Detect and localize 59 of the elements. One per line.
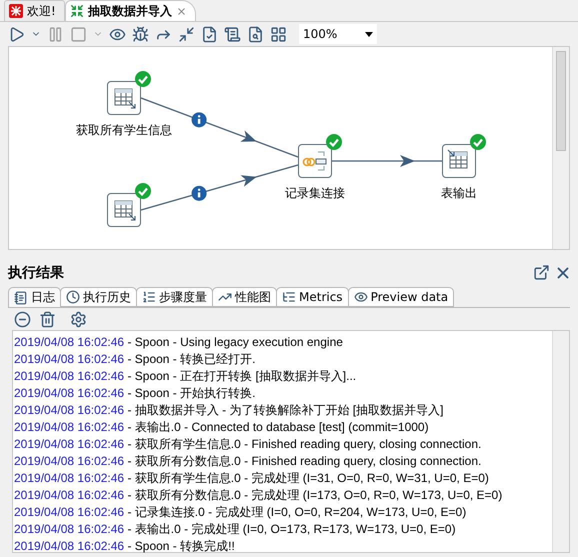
scrollbar[interactable] (552, 47, 569, 249)
clock-icon (66, 290, 80, 304)
step-label: 获取所有学生信息 (76, 122, 172, 139)
zoom-dropdown[interactable]: 100% (299, 24, 377, 44)
close-icon[interactable] (176, 6, 187, 16)
settings-icon[interactable] (70, 310, 87, 328)
app-logo-icon (9, 4, 23, 18)
editor-tab[interactable]: 欢迎! (4, 0, 65, 21)
log-line: 2019/04/08 16:02:46 - Spoon - 转换完成!! (14, 538, 236, 555)
step-node[interactable] (107, 193, 141, 227)
trash-icon[interactable] (39, 310, 56, 328)
bug-button[interactable] (132, 26, 149, 42)
log-line: 2019/04/08 16:02:46 - Spoon - 正在打开转换 [抽取数据并导入]... (14, 368, 358, 385)
log-line: 2019/04/08 16:02:46 - 抽取数据并导入 - 为了转换解除补丁开始 [抽取数据并导入] (14, 402, 444, 419)
join-icon (302, 150, 328, 172)
transformation-icon (70, 4, 84, 18)
info-icon[interactable] (192, 186, 207, 201)
detach-icon[interactable] (533, 264, 550, 281)
log-line: 2019/04/08 16:02:46 - 记录集连接.0 - 完成处理 (I=0, O=0, R=204, W=173, U=0, E=0) (14, 504, 468, 521)
grid-button[interactable] (270, 26, 287, 42)
step-label: 表输出 (441, 185, 477, 202)
document-search-button[interactable] (247, 26, 264, 42)
result-tab[interactable]: 执行历史 (60, 287, 137, 307)
result-tab[interactable]: 步骤度量 (136, 287, 213, 307)
caret-icon (365, 32, 373, 36)
editor-tab[interactable]: 抽取数据并导入 (64, 0, 196, 21)
scrollbar[interactable] (552, 331, 569, 552)
run-button[interactable] (8, 26, 25, 42)
log-line: 2019/04/08 16:02:46 - 表输出.0 - Connected to database [test] (commit=1000) (14, 419, 430, 436)
hop-arrow[interactable] (140, 164, 298, 211)
log-line: 2019/04/08 16:02:46 - Spoon - 转换已经打开. (14, 351, 256, 368)
document-check-button[interactable] (201, 26, 218, 42)
info-icon[interactable] (192, 112, 207, 128)
table-input-icon (112, 86, 136, 110)
result-tab[interactable]: 性能图 (212, 287, 277, 307)
notebook-icon (14, 290, 28, 304)
scroll-button[interactable] (224, 26, 241, 42)
log-line: 2019/04/08 16:02:46 - 获取所有学生信息.0 - 完成处理 (I=31, O=0, R=0, W=31, U=0, E=0) (14, 470, 490, 487)
table-input-icon (112, 198, 136, 222)
tree-list-icon (282, 290, 296, 304)
step-node[interactable] (298, 144, 332, 178)
result-tab[interactable]: Preview data (348, 287, 454, 307)
log-line: 2019/04/08 16:02:46 - Spoon - 开始执行转换. (14, 385, 256, 402)
log-line: 2019/04/08 16:02:46 - 表输出.0 - 完成处理 (I=0, O=173, R=173, W=173, U=0, E=0) (14, 521, 457, 538)
log-line: 2019/04/08 16:02:46 - 获取所有学生信息.0 - Finished reading query, closing connection. (14, 436, 482, 453)
result-tab[interactable]: Metrics (276, 287, 349, 307)
log-line: 2019/04/08 16:02:46 - 获取所有分数信息.0 - 完成处理 (I=173, O=0, R=0, W=173, U=0, E=0) (14, 487, 504, 504)
eye-icon (354, 290, 368, 304)
step-node[interactable] (442, 144, 476, 178)
log-line: 2019/04/08 16:02:46 - 获取所有分数信息.0 - Finished reading query, closing connection. (14, 453, 482, 470)
shrink-button[interactable] (178, 26, 195, 42)
step-label: 记录集连接 (285, 185, 345, 202)
numbered-list-icon (142, 290, 156, 304)
result-tab[interactable]: 日志 (8, 287, 61, 307)
clear-icon[interactable] (14, 310, 31, 328)
panel-title: 执行结果 (8, 264, 64, 282)
hop-arrow[interactable] (332, 155, 442, 167)
step-node[interactable] (107, 81, 141, 115)
log-line: 2019/04/08 16:02:46 - Spoon - Using legacy execution engine (14, 334, 344, 351)
